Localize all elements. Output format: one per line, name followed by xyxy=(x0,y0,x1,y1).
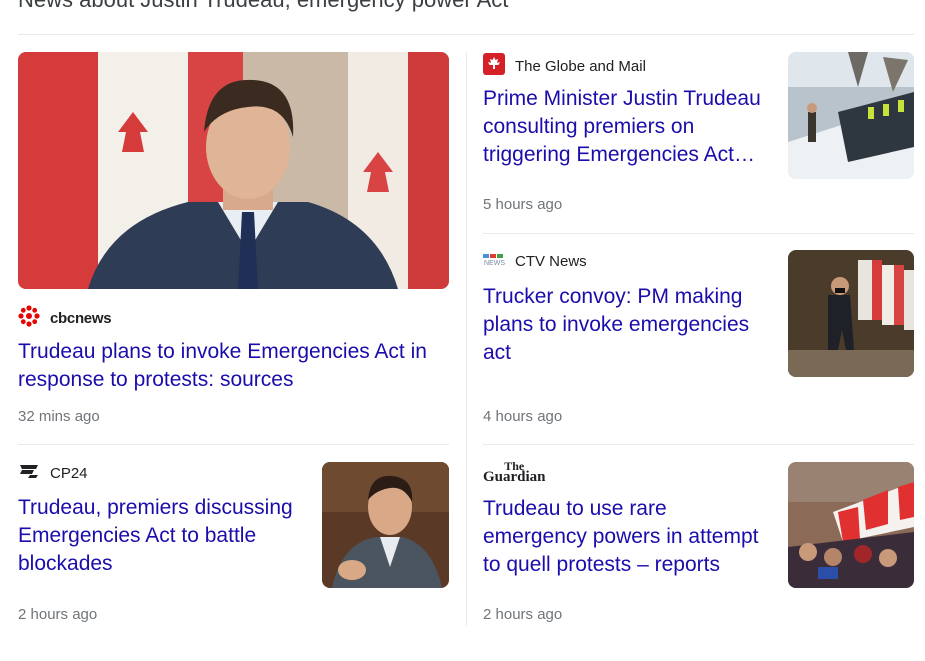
row-divider-right-2 xyxy=(483,444,914,445)
story-headline[interactable]: Trudeau to use rare emergency powers in … xyxy=(483,495,773,579)
story-time: 2 hours ago xyxy=(18,606,98,623)
story-time: 4 hours ago xyxy=(483,408,563,425)
source-ctv-news: NEWS CTV News xyxy=(483,252,587,270)
maple-leaf-icon xyxy=(483,53,505,79)
guardian-wordmark-bottom: Guardian xyxy=(483,469,546,485)
row-divider-left xyxy=(18,444,449,445)
story-time: 5 hours ago xyxy=(483,196,563,213)
source-name: CTV News xyxy=(515,252,587,270)
cp24-icon xyxy=(18,463,40,483)
ctv-news-icon: NEWS xyxy=(483,252,505,270)
guardian-wordmark: The Guardian xyxy=(483,460,546,485)
story-headline[interactable]: Trucker convoy: PM making plans to invok… xyxy=(483,283,773,367)
story-image-trudeau-flags[interactable] xyxy=(18,52,449,289)
story-image-trudeau-parliament[interactable] xyxy=(322,462,449,588)
source-cbcnews: cbcnews xyxy=(18,305,112,331)
story-headline[interactable]: Trudeau plans to invoke Emergencies Act … xyxy=(18,338,458,394)
source-guardian: The Guardian xyxy=(483,460,546,485)
source-cp24: CP24 xyxy=(18,463,88,483)
story-image-protest-crowd[interactable] xyxy=(788,462,914,588)
story-time: 32 mins ago xyxy=(18,408,100,425)
story-image-police-line[interactable] xyxy=(788,52,914,179)
svg-text:NEWS: NEWS xyxy=(484,260,505,266)
row-divider-right-1 xyxy=(483,233,914,234)
story-headline[interactable]: Trudeau, premiers discussing Emergencies… xyxy=(18,494,310,578)
source-name: The Globe and Mail xyxy=(515,57,646,75)
story-image-pm-walking[interactable] xyxy=(788,250,914,377)
header-divider xyxy=(18,34,914,35)
story-time: 2 hours ago xyxy=(483,606,563,623)
source-name: CP24 xyxy=(50,464,88,482)
section-title: News about Justin Trudeau, emergency pow… xyxy=(18,0,508,13)
source-name: cbcnews xyxy=(50,309,112,327)
story-headline[interactable]: Prime Minister Justin Trudeau consulting… xyxy=(483,85,773,169)
cbc-gem-icon xyxy=(18,305,40,331)
source-globe-and-mail: The Globe and Mail xyxy=(483,53,646,79)
column-divider xyxy=(466,52,467,626)
